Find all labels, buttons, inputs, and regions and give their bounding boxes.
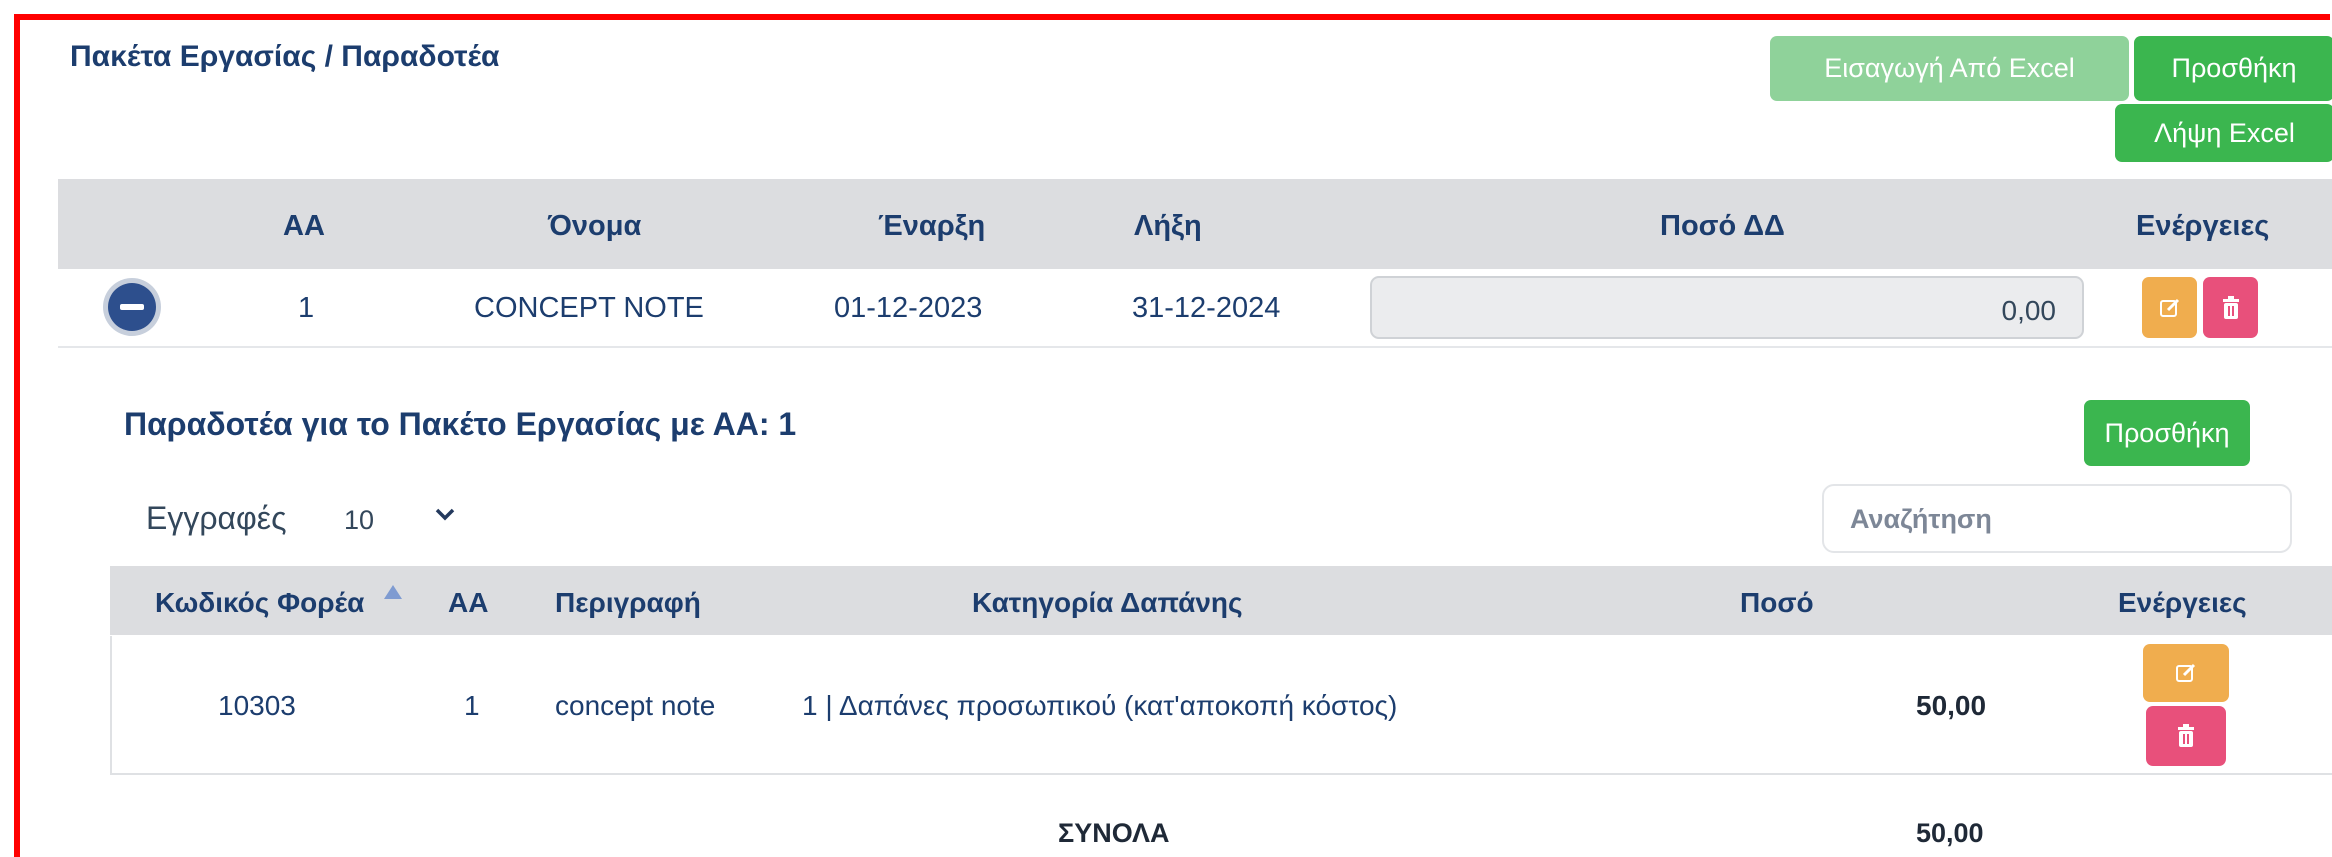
column-header-start[interactable]: Έναρξη [878, 210, 985, 243]
deliverable-code: 10303 [218, 690, 296, 721]
edit-work-package-button[interactable] [2142, 277, 2197, 338]
sort-up-icon[interactable] [384, 585, 402, 599]
deliverable-description: concept note [555, 690, 716, 721]
download-excel-button[interactable]: Λήψη Excel [2115, 104, 2332, 162]
add-work-package-button[interactable]: Προσθήκη [2134, 36, 2332, 101]
totals-value: 50,00 [1916, 818, 1984, 848]
search-input[interactable]: Αναζήτηση [1822, 484, 2292, 553]
entries-select[interactable]: 10 [344, 505, 374, 536]
column-header-amount[interactable]: Ποσό ΔΔ [1660, 210, 1785, 243]
column-header-code[interactable]: Κωδικός Φορέα [155, 587, 364, 619]
deliverable-aa: 1 [464, 690, 480, 721]
add-deliverable-button[interactable]: Προσθήκη [2084, 400, 2250, 466]
import-excel-button[interactable]: Εισαγωγή Από Excel [1770, 36, 2129, 101]
deliverables-title: Παραδοτέα για το Πακέτο Εργασίας με ΑΑ: … [124, 406, 797, 442]
chevron-down-icon[interactable] [434, 503, 456, 530]
column-header-sub-amount[interactable]: Ποσό [1740, 587, 1814, 619]
row-separator [58, 346, 2332, 348]
search-placeholder: Αναζήτηση [1850, 504, 1992, 534]
work-package-end: 31-12-2024 [1132, 292, 1281, 324]
trash-icon [2222, 295, 2239, 319]
column-header-actions: Ενέργειες [2136, 210, 2270, 242]
edit-icon [2159, 298, 2179, 317]
work-package-start: 01-12-2023 [834, 292, 983, 324]
minus-circle-icon [120, 304, 144, 310]
column-header-aa[interactable]: ΑΑ [283, 210, 325, 243]
column-header-sub-actions: Ενέργειες [2118, 587, 2247, 618]
edit-deliverable-button[interactable] [2143, 644, 2229, 702]
work-package-name: CONCEPT NOTE [474, 292, 704, 324]
column-header-description[interactable]: Περιγραφή [555, 587, 701, 619]
deliverable-category: 1 | Δαπάνες προσωπικού (κατ'αποκοπή κόστ… [802, 690, 1398, 721]
column-header-sub-aa[interactable]: ΑΑ [448, 587, 488, 619]
column-header-category[interactable]: Κατηγορία Δαπάνης [972, 587, 1243, 619]
work-package-amount: 0,00 [2001, 295, 2057, 326]
page-title: Πακέτα Εργασίας / Παραδοτέα [70, 40, 500, 73]
column-header-name[interactable]: Όνομα [548, 210, 641, 243]
deliverable-amount: 50,00 [1916, 690, 1987, 721]
edit-icon [2176, 663, 2196, 682]
trash-icon [2178, 724, 2194, 747]
delete-deliverable-button[interactable] [2146, 706, 2226, 766]
entries-label: Εγγραφές [146, 500, 287, 536]
delete-work-package-button[interactable] [2203, 277, 2258, 338]
totals-label: ΣΥΝΟΛΑ [1058, 818, 1170, 848]
work-package-amount-field: 0,00 [1370, 276, 2084, 339]
column-header-end[interactable]: Λήξη [1134, 210, 1202, 243]
work-package-aa: 1 [298, 292, 315, 324]
collapse-row-button[interactable] [108, 283, 156, 331]
